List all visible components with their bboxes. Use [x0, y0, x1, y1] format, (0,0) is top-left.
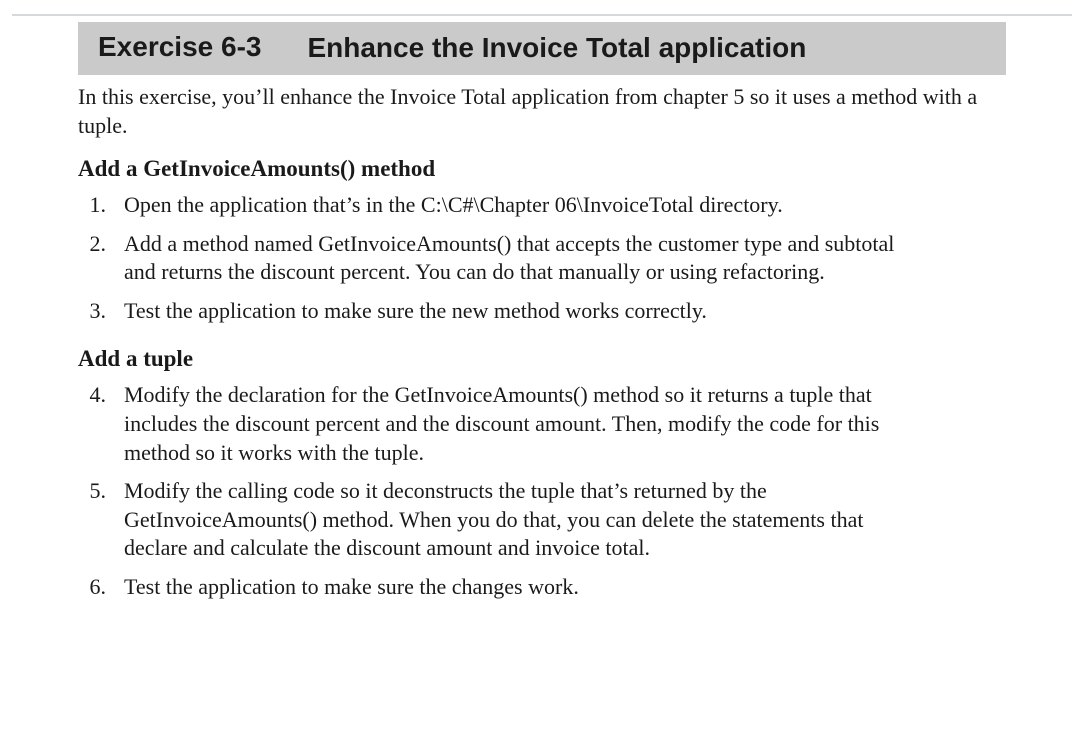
step-text: Modify the declaration for the GetInvoic… [124, 381, 924, 467]
step-number: 1. [78, 191, 106, 220]
step-number: 2. [78, 230, 106, 259]
exercise-body: In this exercise, you’ll enhance the Inv… [78, 83, 1006, 607]
step-number: 3. [78, 297, 106, 326]
list-item: 2. Add a method named GetInvoiceAmounts(… [78, 225, 1006, 292]
exercise-number: Exercise 6-3 [98, 31, 261, 63]
step-text: Modify the calling code so it deconstruc… [124, 477, 924, 563]
list-item: 4. Modify the declaration for the GetInv… [78, 376, 1006, 472]
step-list: 4. Modify the declaration for the GetInv… [78, 376, 1006, 606]
step-number: 4. [78, 381, 106, 410]
step-text: Add a method named GetInvoiceAmounts() t… [124, 230, 924, 287]
intro-paragraph: In this exercise, you’ll enhance the Inv… [78, 83, 1006, 140]
section-heading: Add a tuple [78, 344, 1006, 374]
list-item: 5. Modify the calling code so it deconst… [78, 472, 1006, 568]
step-text: Open the application that’s in the C:\C#… [124, 191, 924, 220]
exercise-header-banner: Exercise 6-3 Enhance the Invoice Total a… [78, 22, 1006, 75]
list-item: 1. Open the application that’s in the C:… [78, 186, 1006, 225]
list-item: 3. Test the application to make sure the… [78, 292, 1006, 331]
step-list: 1. Open the application that’s in the C:… [78, 186, 1006, 330]
step-number: 5. [78, 477, 106, 506]
step-number: 6. [78, 573, 106, 602]
top-divider [12, 14, 1072, 16]
exercise-title: Enhance the Invoice Total application [307, 30, 806, 65]
document-page: Exercise 6-3 Enhance the Invoice Total a… [0, 0, 1084, 730]
step-text: Test the application to make sure the ch… [124, 573, 924, 602]
section-heading: Add a GetInvoiceAmounts() method [78, 154, 1006, 184]
step-text: Test the application to make sure the ne… [124, 297, 924, 326]
list-item: 6. Test the application to make sure the… [78, 568, 1006, 607]
